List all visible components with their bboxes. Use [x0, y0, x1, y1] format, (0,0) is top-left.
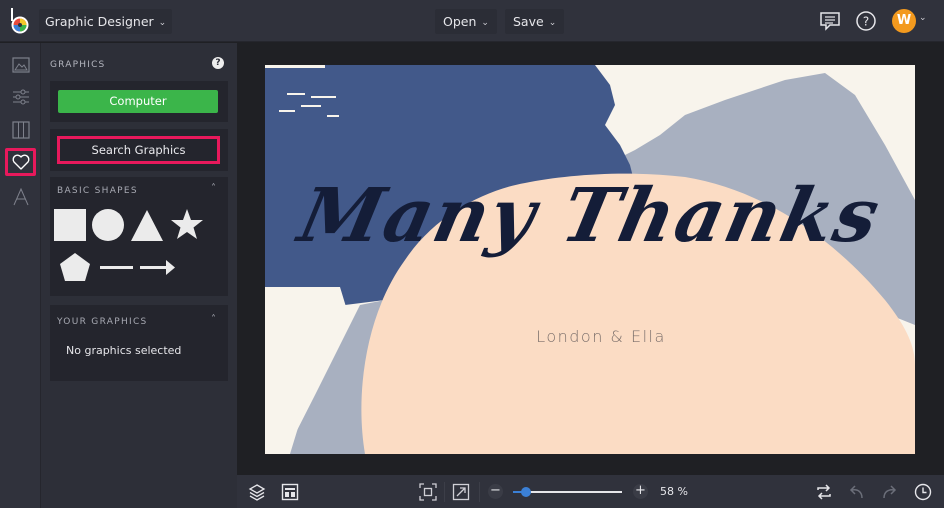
shape-square[interactable] — [52, 207, 88, 243]
chevron-down-icon: ⌄ — [158, 18, 167, 28]
layout-icon[interactable] — [281, 483, 299, 501]
app-window: Graphic Designer ⌄ Open ⌄ Save ⌄ ? W ⌄ G… — [0, 0, 944, 508]
chevron-down-icon: ⌄ — [548, 18, 557, 28]
panel-title: GRAPHICS — [50, 60, 106, 70]
shape-star[interactable] — [169, 207, 205, 243]
basic-shapes-section: BASIC SHAPES ˄ — [50, 177, 228, 296]
expand-icon[interactable] — [452, 483, 470, 501]
subline-text[interactable]: London & Ella — [265, 327, 915, 346]
fit-screen-icon[interactable] — [419, 483, 437, 501]
toolbar-divider — [444, 482, 445, 502]
save-button[interactable]: Save ⌄ — [505, 9, 565, 34]
swap-icon[interactable] — [815, 483, 833, 501]
shape-arrow[interactable] — [138, 250, 178, 286]
help-icon[interactable]: ? — [212, 57, 224, 69]
rail-item-text[interactable] — [5, 183, 36, 211]
rail-item-image[interactable] — [5, 51, 36, 79]
computer-upload-button[interactable]: Computer — [58, 90, 218, 113]
top-bar: Graphic Designer ⌄ Open ⌄ Save ⌄ ? W ⌄ — [0, 0, 944, 42]
chevron-down-icon: ⌄ — [481, 18, 489, 28]
rail-item-frames[interactable] — [5, 116, 36, 144]
canvas-workspace: Many Thanks London & Ella — [237, 43, 944, 475]
layers-icon[interactable] — [248, 483, 266, 501]
help-icon[interactable]: ? — [854, 9, 878, 33]
chevron-down-icon[interactable]: ⌄ — [919, 13, 927, 23]
collapse-chevron-icon[interactable]: ˄ — [211, 183, 216, 194]
image-icon — [11, 57, 30, 73]
heart-icon — [12, 154, 29, 170]
zoom-slider-handle[interactable] — [521, 487, 532, 497]
search-card: Search Graphics — [50, 129, 228, 171]
shape-circle[interactable] — [90, 207, 126, 243]
collapse-chevron-icon[interactable]: ˄ — [211, 314, 216, 325]
rail-item-graphics[interactable] — [5, 148, 36, 176]
user-avatar[interactable]: W — [892, 9, 916, 33]
zoom-level-readout: 58 % — [660, 485, 688, 498]
save-label: Save — [513, 14, 544, 29]
svg-text:?: ? — [863, 15, 869, 29]
basic-shapes-title: BASIC SHAPES — [57, 186, 138, 196]
open-button[interactable]: Open ⌄ — [435, 9, 497, 34]
sliders-icon — [12, 89, 29, 105]
zoom-out-button[interactable]: − — [488, 484, 503, 499]
your-graphics-title: YOUR GRAPHICS — [57, 317, 148, 327]
search-graphics-button[interactable]: Search Graphics — [57, 136, 220, 164]
bottom-toolbar: − + 58 % — [237, 475, 944, 508]
your-graphics-section: YOUR GRAPHICS ˄ No graphics selected — [50, 305, 228, 381]
headline-text[interactable]: Many Thanks — [265, 173, 915, 259]
toolbar-divider — [479, 482, 480, 502]
zoom-slider[interactable] — [513, 487, 622, 497]
upload-card: Computer — [50, 81, 228, 122]
rail-item-adjust[interactable] — [5, 83, 36, 111]
shape-triangle[interactable] — [129, 207, 165, 243]
background-artwork — [265, 65, 915, 454]
shape-pentagon[interactable] — [57, 250, 93, 286]
shape-line[interactable] — [98, 250, 134, 286]
design-canvas[interactable]: Many Thanks London & Ella — [265, 65, 915, 454]
text-icon — [13, 188, 28, 206]
undo-icon[interactable] — [848, 483, 866, 501]
zoom-in-button[interactable]: + — [633, 484, 648, 499]
redo-icon[interactable] — [880, 483, 898, 501]
history-icon[interactable] — [914, 483, 932, 501]
app-switcher-label: Graphic Designer — [45, 14, 154, 29]
open-label: Open — [443, 14, 477, 29]
chat-icon[interactable] — [818, 9, 842, 33]
columns-icon — [11, 121, 30, 139]
graphics-panel: GRAPHICS ? Computer Search Graphics BASI… — [41, 43, 237, 508]
logo-icon[interactable] — [8, 8, 32, 34]
app-switcher-dropdown[interactable]: Graphic Designer ⌄ — [39, 9, 173, 34]
tool-rail — [0, 43, 41, 508]
no-graphics-message: No graphics selected — [66, 344, 182, 357]
